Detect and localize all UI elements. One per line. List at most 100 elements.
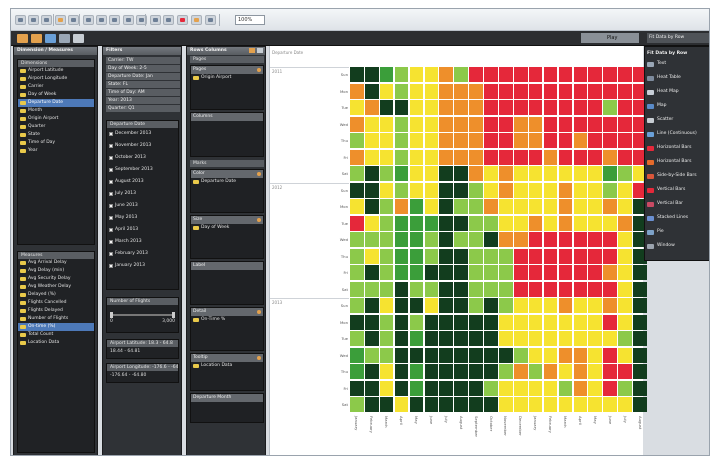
heatmap-cell[interactable]	[513, 232, 528, 248]
heatmap-cell[interactable]	[424, 182, 439, 198]
heatmap-cell[interactable]	[499, 100, 513, 116]
heatmap-cell[interactable]	[409, 215, 424, 231]
heatmap-cell[interactable]	[409, 116, 424, 132]
show-me-tab[interactable]: Fit Data by Row	[647, 33, 709, 43]
heatmap-cell[interactable]	[484, 166, 498, 182]
group-icon[interactable]	[150, 15, 161, 25]
heatmap-cell[interactable]	[454, 166, 468, 182]
heatmap-cell[interactable]	[573, 347, 588, 363]
heatmap-cell[interactable]	[409, 232, 424, 248]
heatmap-cell[interactable]	[469, 314, 483, 330]
heatmap-cell[interactable]	[528, 265, 543, 281]
new-sheet-icon[interactable]	[55, 15, 66, 25]
heatmap-cell[interactable]	[573, 133, 588, 149]
heatmap-cell[interactable]	[603, 364, 617, 380]
heatmap-cell[interactable]	[588, 199, 603, 215]
heatmap-cell[interactable]	[439, 265, 454, 281]
heatmap-cell[interactable]	[484, 331, 498, 347]
heatmap-cell[interactable]	[573, 182, 588, 198]
heatmap-cell[interactable]	[409, 83, 424, 99]
heatmap-cell[interactable]	[394, 364, 409, 380]
swap-icon[interactable]	[109, 15, 120, 25]
heatmap-cell[interactable]	[409, 314, 424, 330]
heatmap-cell[interactable]	[588, 331, 603, 347]
pause-icon[interactable]	[83, 15, 94, 25]
dimension-item[interactable]: Origin Airport	[18, 115, 94, 123]
heatmap-cell[interactable]	[618, 347, 632, 363]
heatmap-cell[interactable]	[543, 149, 558, 165]
heatmap-cell[interactable]	[618, 314, 632, 330]
heatmap-cell[interactable]	[528, 166, 543, 182]
heatmap-cell[interactable]	[633, 347, 647, 363]
heatmap-cell[interactable]	[469, 248, 483, 264]
checkbox-icon[interactable]	[109, 204, 113, 208]
heatmap-cell[interactable]	[588, 83, 603, 99]
heatmap-cell[interactable]	[633, 281, 647, 297]
heatmap-cell[interactable]	[454, 133, 468, 149]
label-icon[interactable]	[163, 15, 174, 25]
heatmap-cell[interactable]	[394, 166, 409, 182]
heatmap-cell[interactable]	[364, 397, 379, 413]
heatmap-cell[interactable]	[364, 83, 379, 99]
heatmap-cell[interactable]	[469, 100, 483, 116]
heatmap-cell[interactable]	[350, 331, 364, 347]
heatmap-cell[interactable]	[573, 265, 588, 281]
heatmap-cell[interactable]	[484, 116, 498, 132]
heatmap-cell[interactable]	[454, 182, 468, 198]
heatmap-cell[interactable]	[633, 397, 647, 413]
heatmap-cell[interactable]	[364, 199, 379, 215]
undo-icon[interactable]	[15, 15, 26, 25]
heatmap-cell[interactable]	[618, 149, 632, 165]
heatmap-cell[interactable]	[439, 364, 454, 380]
heatmap-cell[interactable]	[350, 100, 364, 116]
dimension-item[interactable]: Airport Longitude	[18, 75, 94, 83]
heatmap-cell[interactable]	[603, 149, 617, 165]
heatmap-cell[interactable]	[454, 215, 468, 231]
heatmap-cell[interactable]	[603, 215, 617, 231]
heatmap-cell[interactable]	[543, 314, 558, 330]
heatmap-cell[interactable]	[350, 166, 364, 182]
heatmap-cell[interactable]	[379, 116, 394, 132]
heatmap-cell[interactable]	[573, 199, 588, 215]
heatmap-cell[interactable]	[513, 166, 528, 182]
heatmap-cell[interactable]	[469, 232, 483, 248]
heatmap-cell[interactable]	[394, 83, 409, 99]
heatmap-cell[interactable]	[558, 331, 573, 347]
date-filter-option[interactable]: August 2013	[107, 176, 178, 188]
heatmap-cell[interactable]	[484, 232, 498, 248]
flights-slider-min-handle[interactable]	[110, 312, 113, 318]
heatmap-cell[interactable]	[558, 182, 573, 198]
heatmap-cell[interactable]	[409, 166, 424, 182]
checkbox-icon[interactable]	[109, 252, 113, 256]
heatmap-cell[interactable]	[409, 298, 424, 314]
heatmap-cell[interactable]	[558, 347, 573, 363]
heatmap-cell[interactable]	[439, 166, 454, 182]
heatmap-cell[interactable]	[588, 397, 603, 413]
flights-slider-max-handle[interactable]	[172, 312, 175, 318]
shelf-settings-icon[interactable]	[249, 48, 255, 53]
heatmap-cell[interactable]	[439, 116, 454, 132]
heatmap-cell[interactable]	[350, 83, 364, 99]
heatmap-cell[interactable]	[618, 100, 632, 116]
heatmap-cell[interactable]	[543, 100, 558, 116]
save-icon[interactable]	[41, 15, 52, 25]
date-filter-option[interactable]: September 2013	[107, 164, 178, 176]
checkbox-icon[interactable]	[109, 180, 113, 184]
heatmap-cell[interactable]	[513, 298, 528, 314]
size-shelf[interactable]: Size Day of Week	[190, 215, 264, 259]
heatmap-cell[interactable]	[528, 182, 543, 198]
heatmap-cell[interactable]	[409, 347, 424, 363]
heatmap-cell[interactable]	[603, 133, 617, 149]
checkbox-icon[interactable]	[109, 264, 113, 268]
heatmap-cell[interactable]	[394, 215, 409, 231]
sort-asc-icon[interactable]	[123, 15, 134, 25]
heatmap-cell[interactable]	[588, 67, 603, 83]
heatmap-cell[interactable]	[484, 83, 498, 99]
show-me-item[interactable]: Heat Table	[645, 71, 709, 85]
heatmap-cell[interactable]	[350, 380, 364, 396]
date-filter-option[interactable]: June 2013	[107, 200, 178, 212]
heatmap-cell[interactable]	[454, 314, 468, 330]
flights-slider-track[interactable]	[111, 314, 174, 316]
filter-pill[interactable]: Day of Week: 2-5	[106, 65, 180, 72]
heatmap-cell[interactable]	[424, 298, 439, 314]
